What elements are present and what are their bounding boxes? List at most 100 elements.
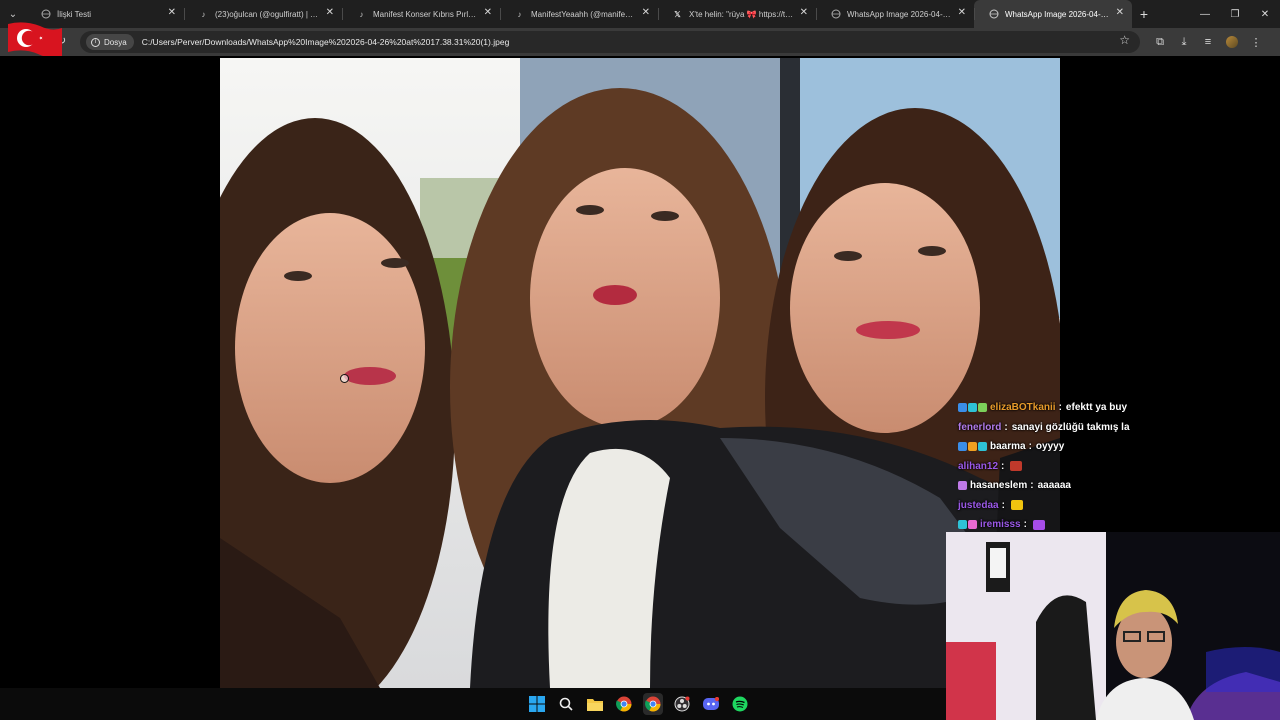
badge-icon xyxy=(968,520,977,530)
tab-close-icon[interactable]: ✕ xyxy=(642,7,650,18)
tiktok-icon: ♪ xyxy=(201,9,206,19)
address-bar[interactable]: i Dosya C:/Users/Perver/Downloads/WhatsA… xyxy=(80,31,1140,53)
minimize-icon[interactable]: — xyxy=(1190,0,1220,28)
globe-icon xyxy=(830,9,841,20)
download-icon[interactable]: ⤓ xyxy=(1172,36,1196,49)
tab-title: WhatsApp Image 2026-04-26 at 17.38.31 xyxy=(1005,9,1110,19)
new-tab-button[interactable]: + xyxy=(1132,6,1156,22)
windows-taskbar xyxy=(0,688,946,720)
tab-close-icon[interactable]: ✕ xyxy=(958,7,966,18)
tab-tiktok-ogulcan[interactable]: ♪ (23)oğulcan (@ogulfiratt) | TikTok ✕ xyxy=(184,0,342,28)
tiktok-icon: ♪ xyxy=(359,9,364,19)
badge-icon xyxy=(958,403,967,413)
stream-chat-overlay: elizaBOTkanii: efektt ya buy fenerlord: san… xyxy=(958,398,1258,535)
chat-username[interactable]: baarma xyxy=(990,441,1026,452)
spotify-icon[interactable] xyxy=(730,693,750,715)
badge-icon xyxy=(978,442,987,452)
chat-message: alihan12: xyxy=(958,457,1258,477)
chat-emote-icon xyxy=(1010,461,1023,472)
tab-close-icon[interactable]: ✕ xyxy=(484,7,492,18)
badge-icon xyxy=(958,442,967,452)
tab-strip: ⌄ İlişki Testi ✕ ♪ (23)oğulcan (@ogulfir… xyxy=(0,0,1280,28)
chat-message: elizaBOTkanii: efektt ya buy xyxy=(958,398,1258,418)
chevron-down-icon: ⌄ xyxy=(8,8,18,20)
menu-kebab-icon[interactable]: ⋮ xyxy=(1244,36,1268,49)
windows-start-icon[interactable] xyxy=(527,693,547,715)
badge-icon xyxy=(978,403,987,413)
chat-separator: : xyxy=(1058,402,1062,414)
x-icon: 𝕏 xyxy=(674,9,681,19)
chat-separator: : xyxy=(1001,460,1005,472)
chat-separator: : xyxy=(1001,499,1005,511)
chat-username[interactable]: iremisss xyxy=(980,519,1021,530)
file-explorer-icon[interactable] xyxy=(585,693,605,715)
chat-text: sanayi gözlüğü takmış la xyxy=(1011,421,1130,433)
search-icon[interactable] xyxy=(556,693,576,715)
discord-icon[interactable] xyxy=(701,693,721,715)
tab-title: ManifestYeaahh (@manifestyeaahh) xyxy=(531,9,636,19)
badge-icon xyxy=(958,481,967,491)
maximize-icon[interactable]: ❐ xyxy=(1220,0,1250,28)
chat-username[interactable]: fenerlord xyxy=(958,422,1001,433)
site-info-label: Dosya xyxy=(104,37,127,47)
turkey-flag-overlay xyxy=(6,20,64,60)
tab-close-icon[interactable]: ✕ xyxy=(800,7,808,18)
chat-text: efektt ya buy xyxy=(1065,402,1128,414)
chat-separator: : xyxy=(1004,421,1008,433)
window-controls: — ❐ ✕ xyxy=(1190,0,1280,28)
tab-title: X'te helin: "rüya 🎀 https://t.co xyxy=(689,9,794,19)
info-icon: i xyxy=(91,37,100,47)
browser-toolbar: ↻ i Dosya C:/Users/Perver/Downloads/What… xyxy=(0,28,1280,56)
chat-emote-icon xyxy=(1032,519,1045,530)
tiktok-icon: ♪ xyxy=(517,9,522,19)
site-info-chip[interactable]: i Dosya xyxy=(86,34,134,50)
chat-text: oyyyy xyxy=(1035,441,1065,453)
displayed-photo xyxy=(220,58,1060,688)
tab-whatsapp-image-1[interactable]: WhatsApp Image 2026-04-26 at 17.38.31 ✕ xyxy=(816,0,974,28)
chrome-active-icon[interactable] xyxy=(643,693,663,715)
tab-title: WhatsApp Image 2026-04-26 at 17.38.31 xyxy=(847,9,952,19)
chat-separator: : xyxy=(1030,480,1034,492)
tab-close-icon[interactable]: ✕ xyxy=(326,7,334,18)
chat-username[interactable]: justedaa xyxy=(958,500,999,511)
profile-avatar[interactable] xyxy=(1226,36,1238,48)
chat-badges xyxy=(958,403,987,413)
media-control-icon[interactable]: ≡ xyxy=(1196,36,1220,48)
badge-icon xyxy=(958,520,967,530)
tab-tiktok-manifestyeaahh[interactable]: ♪ ManifestYeaahh (@manifestyeaahh) ✕ xyxy=(500,0,658,28)
chat-separator: : xyxy=(1023,519,1027,531)
streamer-webcam xyxy=(946,532,1280,720)
extensions-icon[interactable]: ⧉ xyxy=(1148,36,1172,49)
tab-title: İlişki Testi xyxy=(57,9,92,19)
tab-close-icon[interactable]: ✕ xyxy=(168,7,176,18)
chat-text: aaaaaa xyxy=(1037,480,1071,492)
badge-icon xyxy=(968,403,977,413)
chat-separator: : xyxy=(1028,441,1032,453)
url-text[interactable]: C:/Users/Perver/Downloads/WhatsApp%20Ima… xyxy=(142,37,510,47)
chat-badges xyxy=(958,481,967,491)
chrome-icon[interactable] xyxy=(614,693,634,715)
globe-icon xyxy=(988,9,999,20)
chat-badges xyxy=(958,520,977,530)
chat-username[interactable]: elizaBOTkanii xyxy=(990,402,1056,413)
chat-username[interactable]: alihan12 xyxy=(958,461,998,472)
chat-message: hasaneslem: aaaaaa xyxy=(958,476,1258,496)
badge-icon xyxy=(968,442,977,452)
chat-message: fenerlord: sanayi gözlüğü takmış la xyxy=(958,418,1258,438)
toolbar-icons: ⧉ ⤓ ≡ ⋮ xyxy=(1148,28,1268,56)
globe-icon xyxy=(40,9,51,20)
chat-username[interactable]: hasaneslem xyxy=(970,480,1027,491)
chat-emote-icon xyxy=(1010,500,1023,511)
chat-badges xyxy=(958,442,987,452)
chat-message: justedaa: xyxy=(958,496,1258,516)
tab-title: (23)oğulcan (@ogulfiratt) | TikTok xyxy=(215,9,320,19)
tab-title: Manifest Konser Kıbrıs Pırlanta xyxy=(373,9,478,19)
tab-tiktok-manifest-konser[interactable]: ♪ Manifest Konser Kıbrıs Pırlanta ✕ xyxy=(342,0,500,28)
close-window-icon[interactable]: ✕ xyxy=(1250,0,1280,28)
bookmark-star-icon[interactable]: ☆ xyxy=(1119,33,1130,47)
screen: ⌄ İlişki Testi ✕ ♪ (23)oğulcan (@ogulfir… xyxy=(0,0,1280,720)
tab-whatsapp-image-2[interactable]: WhatsApp Image 2026-04-26 at 17.38.31 ✕ xyxy=(974,0,1132,28)
obs-icon[interactable] xyxy=(672,693,692,715)
tab-x-helin[interactable]: 𝕏 X'te helin: "rüya 🎀 https://t.co ✕ xyxy=(658,0,816,28)
tab-close-icon[interactable]: ✕ xyxy=(1116,7,1124,18)
